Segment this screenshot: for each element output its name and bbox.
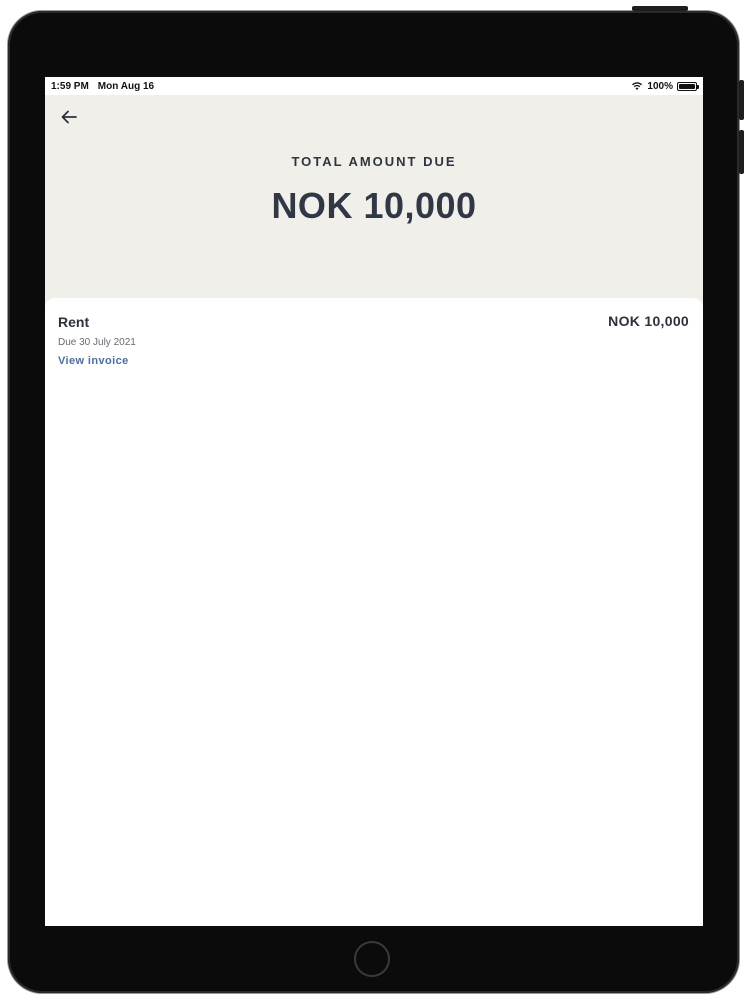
status-time: 1:59 PM xyxy=(51,80,89,92)
volume-up-button xyxy=(739,80,744,120)
status-date: Mon Aug 16 xyxy=(97,80,155,92)
total-amount-label: TOTAL AMOUNT DUE xyxy=(291,154,457,169)
home-button[interactable] xyxy=(354,941,390,977)
battery-icon xyxy=(677,81,699,91)
invoice-list: Rent NOK 10,000 Due 30 July 2021 View in… xyxy=(45,298,703,926)
item-title: Rent xyxy=(58,314,90,330)
view-invoice-link[interactable]: View invoice xyxy=(58,355,129,367)
item-amount: NOK 10,000 xyxy=(608,313,689,329)
status-bar: 1:59 PM Mon Aug 16 100% xyxy=(45,77,703,95)
power-button xyxy=(632,6,688,11)
volume-down-button xyxy=(739,130,744,174)
item-due-date: Due 30 July 2021 xyxy=(58,337,136,348)
total-amount-value: NOK 10,000 xyxy=(271,185,477,226)
arrow-left-icon[interactable] xyxy=(59,107,79,127)
screen: 1:59 PM Mon Aug 16 100% TOTAL AMOUNT DUE… xyxy=(45,77,703,926)
battery-percent: 100% xyxy=(647,80,673,92)
total-due-header: TOTAL AMOUNT DUE NOK 10,000 xyxy=(45,95,703,317)
wifi-icon xyxy=(632,82,643,90)
